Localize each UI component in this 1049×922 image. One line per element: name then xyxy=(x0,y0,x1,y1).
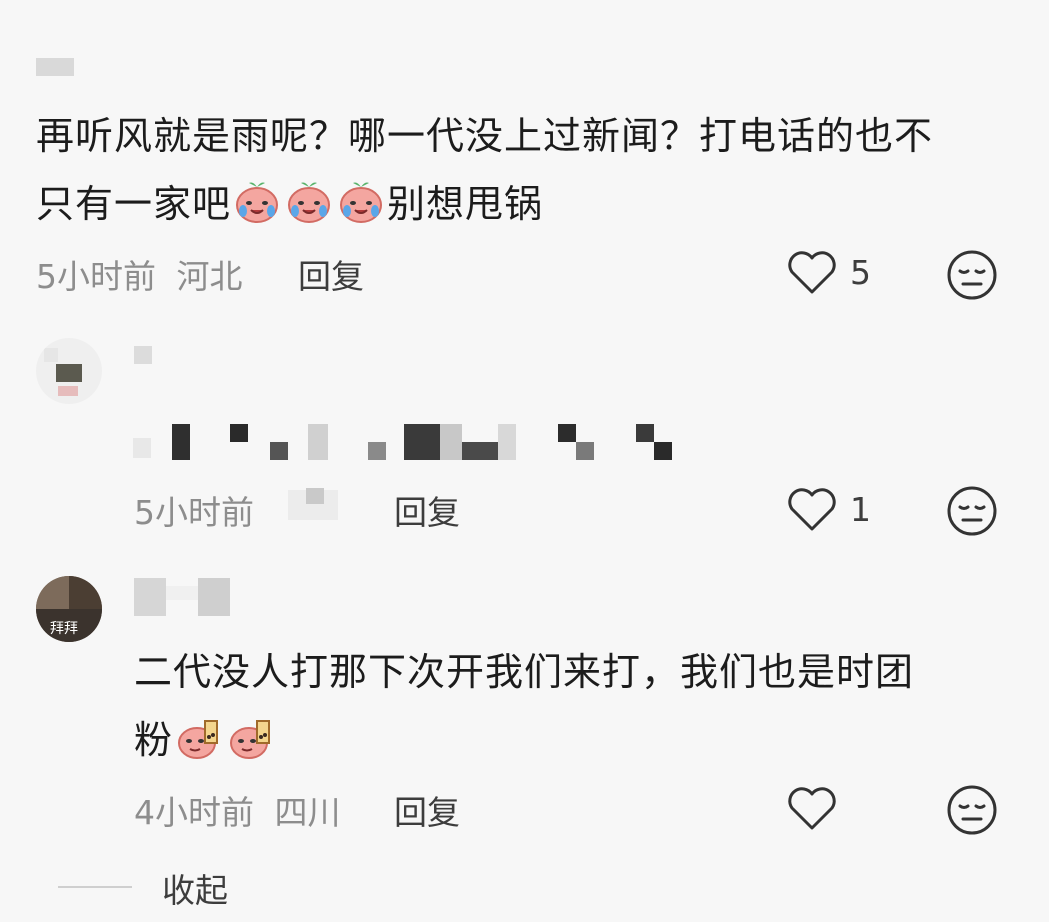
reply-button[interactable]: 回复 xyxy=(394,786,460,834)
comment-location: 河北 xyxy=(176,257,243,296)
like-button[interactable] xyxy=(786,784,850,832)
avatar-text: 拜拜 xyxy=(50,621,78,637)
collapse-divider xyxy=(58,886,132,888)
comment-meta: 5小时前 河北 xyxy=(36,250,243,298)
heart-outline-icon xyxy=(788,251,836,294)
bubbletea-peach-emoji xyxy=(175,713,223,761)
meh-face-icon[interactable] xyxy=(946,485,998,537)
crying-peach-emoji xyxy=(337,177,385,225)
crying-peach-emoji xyxy=(233,177,281,225)
comment-text: 二代没人打那下次开我们来打，我们也是时团 粉 xyxy=(134,650,915,762)
reply-button[interactable]: 回复 xyxy=(298,250,364,298)
like-button[interactable]: 1 xyxy=(786,485,871,533)
avatar[interactable]: 拜拜 xyxy=(36,576,102,642)
comment-time: 5小时前 xyxy=(134,493,254,532)
comment-meta: 4小时前 四川 xyxy=(134,786,341,834)
comment-location: 四川 xyxy=(274,793,341,832)
heart-outline-icon xyxy=(788,787,836,830)
username-pixelated[interactable] xyxy=(134,578,230,616)
meh-face-icon[interactable] xyxy=(946,249,998,301)
reply-button[interactable]: 回复 xyxy=(394,486,460,534)
comment-meta: 5小时前 xyxy=(134,486,254,534)
comment-text: 再听风就是雨呢？哪一代没上过新闻？打电话的也不 只有一家吧 别想甩锅 xyxy=(36,114,934,226)
like-count: 5 xyxy=(850,252,871,292)
avatar[interactable] xyxy=(36,338,102,404)
meh-face-icon[interactable] xyxy=(946,784,998,836)
like-button[interactable]: 5 xyxy=(786,248,871,296)
collapse-button[interactable]: 收起 xyxy=(162,864,228,912)
username-pixelated[interactable] xyxy=(134,346,152,364)
crying-peach-emoji xyxy=(285,177,333,225)
bubbletea-peach-emoji xyxy=(227,713,275,761)
comment-time: 5小时前 xyxy=(36,257,156,296)
comment-time: 4小时前 xyxy=(134,793,254,832)
pixel-block xyxy=(306,488,324,504)
username-pixelated[interactable] xyxy=(36,58,74,76)
heart-outline-icon xyxy=(788,488,836,531)
like-count: 1 xyxy=(850,489,871,529)
